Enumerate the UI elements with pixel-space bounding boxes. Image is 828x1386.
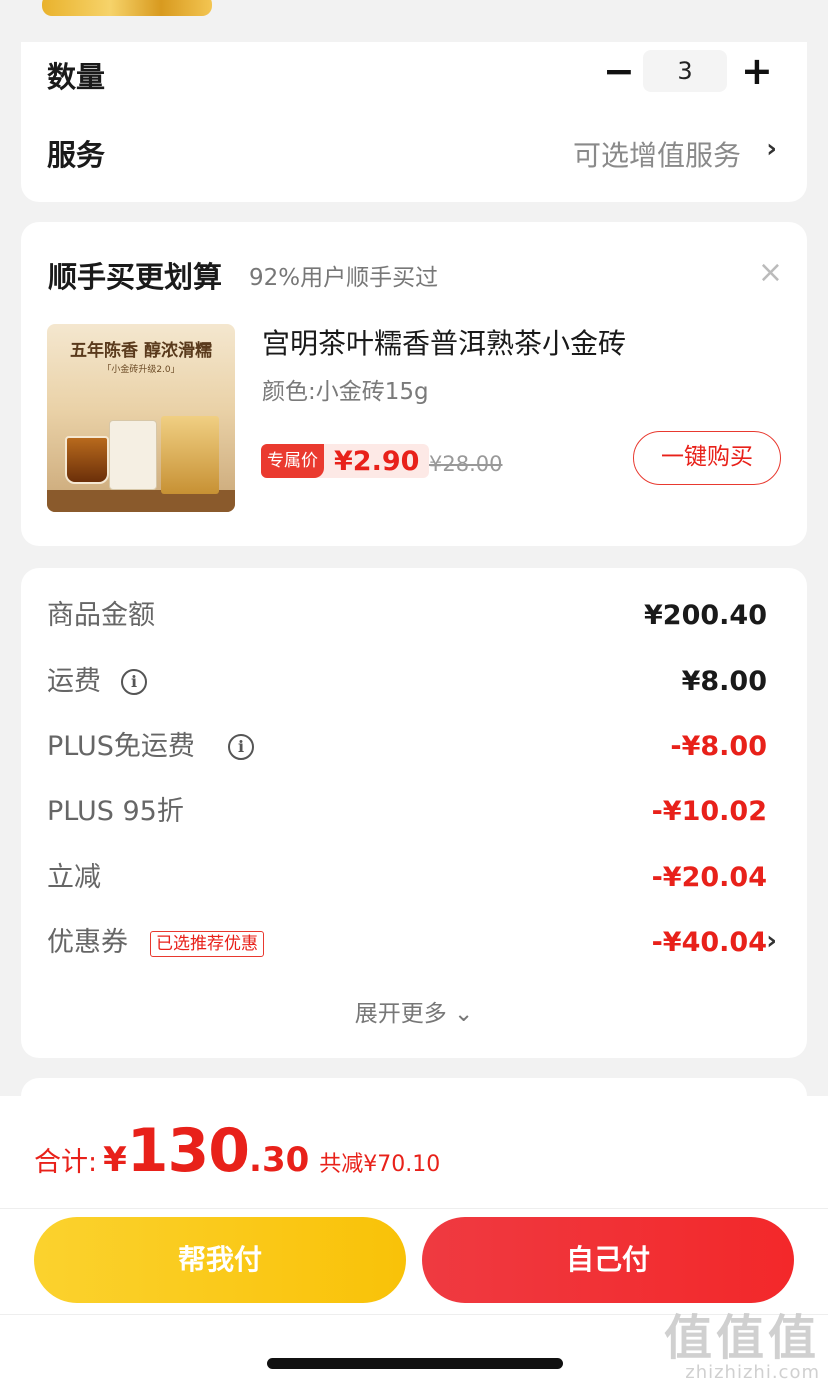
addon-product-image[interactable]: 五年陈香 醇浓滑糯 「小金砖升级2.0」: [47, 324, 235, 512]
summary-label: PLUS 95折: [47, 796, 184, 827]
chevron-right-icon[interactable]: ›: [766, 134, 777, 164]
one-click-buy-button[interactable]: 一键购买: [633, 431, 781, 485]
original-price: ¥28.00: [429, 452, 503, 476]
summary-value: ¥200.40: [644, 600, 767, 631]
total-integer: 130: [126, 1116, 250, 1186]
addon-product-spec: 颜色:小金砖15g: [262, 379, 429, 405]
service-label: 服务: [47, 138, 106, 172]
summary-row-plus-free-shipping: PLUS免运费 i -¥8.00: [47, 727, 777, 767]
addon-subtitle: 92%用户顺手买过: [249, 265, 439, 291]
addon-title: 顺手买更划算: [48, 260, 223, 294]
price-summary-card: 商品金额 ¥200.40 运费 i ¥8.00 PLUS免运费 i -¥8.00…: [21, 568, 807, 1058]
summary-label: 运费: [47, 666, 101, 697]
chevron-right-icon[interactable]: ›: [766, 926, 777, 956]
previous-section: [0, 0, 828, 42]
image-ribbon: 「小金砖升级2.0」: [102, 365, 180, 375]
addon-recommend-card: 顺手买更划算 92%用户顺手买过 × 五年陈香 醇浓滑糯 「小金砖升级2.0」 …: [21, 222, 807, 546]
current-price: ¥2.90: [334, 445, 420, 477]
close-icon[interactable]: ×: [758, 258, 783, 288]
total-saved: 共减¥70.10: [319, 1152, 441, 1177]
summary-value: -¥10.02: [651, 796, 767, 827]
summary-label: PLUS免运费: [47, 731, 195, 762]
summary-row-coupon[interactable]: 优惠券 已选推荐优惠 -¥40.04: [47, 923, 777, 963]
quantity-plus-button[interactable]: +: [741, 52, 773, 90]
summary-label: 商品金额: [47, 600, 155, 631]
expand-more-button[interactable]: 展开更多 ⌄: [21, 994, 807, 1028]
info-icon[interactable]: i: [121, 669, 147, 695]
exclusive-price-tag: 专属价: [261, 444, 324, 478]
info-icon[interactable]: i: [228, 734, 254, 760]
quantity-value[interactable]: 3: [643, 50, 727, 92]
watermark: 值值值 zhizhizhi.com: [664, 1298, 820, 1383]
quantity-minus-button[interactable]: −: [603, 52, 635, 90]
total-label: 合计:: [34, 1147, 98, 1178]
watermark-url: zhizhizhi.com: [685, 1362, 820, 1383]
service-option-link[interactable]: 可选增值服务: [573, 134, 741, 174]
summary-label: 优惠券: [47, 927, 128, 958]
total-price: 合计: ¥ 130 .30 共减¥70.10: [34, 1116, 440, 1186]
summary-value: ¥8.00: [681, 666, 767, 697]
summary-label: 立减: [47, 862, 101, 893]
quantity-label: 数量: [47, 60, 106, 94]
addon-price: 专属价 ¥2.90: [261, 444, 430, 478]
coupon-selected-badge: 已选推荐优惠: [150, 931, 264, 957]
summary-value: -¥8.00: [670, 731, 767, 762]
currency-symbol: ¥: [103, 1140, 127, 1180]
summary-row-plus-discount: PLUS 95折 -¥10.02: [47, 792, 777, 832]
product-thumbnail-partial: [42, 0, 212, 16]
pay-myself-button[interactable]: 自己付: [422, 1217, 794, 1303]
summary-row-shipping: 运费 i ¥8.00: [47, 662, 777, 702]
tea-box-graphic: [161, 416, 219, 494]
image-slogan: 五年陈香 醇浓滑糯: [70, 341, 212, 361]
help-me-pay-button[interactable]: 帮我付: [34, 1217, 406, 1303]
divider: [0, 1208, 828, 1209]
summary-row-subtotal: 商品金额 ¥200.40: [47, 596, 777, 636]
checkout-bar: 合计: ¥ 130 .30 共减¥70.10 帮我付 自己付 值值值 zhizh…: [0, 1096, 828, 1386]
quantity-service-card: 数量 − 3 + 服务 可选增值服务 ›: [21, 42, 807, 202]
summary-value: -¥20.04: [651, 862, 767, 893]
watermark-logo: 值值值: [663, 1310, 820, 1366]
summary-value: -¥40.04: [651, 927, 767, 958]
home-indicator[interactable]: [267, 1358, 563, 1369]
tea-bag-graphic: [109, 420, 157, 490]
summary-row-instant-discount: 立减 -¥20.04: [47, 858, 777, 898]
addon-product-name[interactable]: 宫明茶叶糯香普洱熟茶小金砖: [262, 322, 626, 362]
tea-cup-graphic: [65, 436, 109, 484]
total-decimal: .30: [249, 1140, 310, 1180]
